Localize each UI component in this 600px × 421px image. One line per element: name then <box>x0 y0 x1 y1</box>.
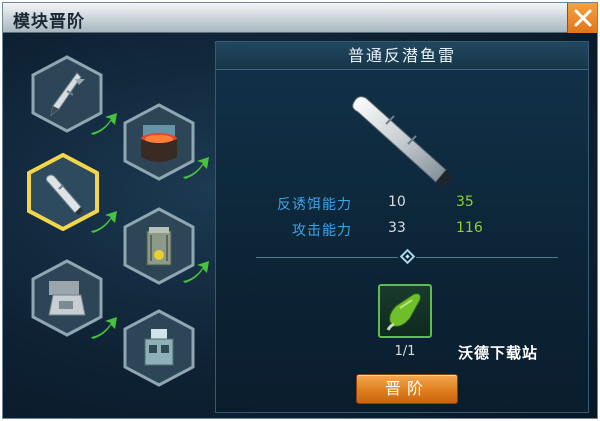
title-bar: 模块晋阶 <box>3 3 597 33</box>
stat-current: 33 <box>388 220 406 236</box>
stat-row-decoy: 反诱饵能力 10 35 <box>216 192 588 214</box>
upgrade-arrow-icon <box>91 317 117 339</box>
window-title: 模块晋阶 <box>13 12 85 32</box>
radar-tower-icon <box>144 329 174 366</box>
material-count: 1/1 <box>394 344 416 359</box>
module-name: 普通反潜鱼雷 <box>347 46 456 65</box>
detail-panel: 普通反潜鱼雷 反诱饵能力 10 35 攻击能力 33 116 1/1 沃德下载站… <box>215 41 589 413</box>
stat-label: 攻击能力 <box>292 223 352 239</box>
green-shell-icon <box>386 293 421 331</box>
torpedo-icon <box>45 174 83 215</box>
divider <box>256 257 398 258</box>
close-button[interactable] <box>567 3 597 33</box>
stat-current: 10 <box>388 194 406 210</box>
upgrade-arrow-icon <box>91 211 117 233</box>
naval-turret-icon <box>48 281 86 316</box>
module-radar[interactable] <box>123 309 195 387</box>
stat-next: 35 <box>456 194 474 210</box>
advance-button[interactable]: 晋阶 <box>356 374 458 404</box>
diamond-icon <box>399 248 416 265</box>
upgrade-arrow-icon <box>91 113 117 135</box>
launcher-tube-icon <box>146 227 172 266</box>
torpedo-icon <box>352 96 452 188</box>
missile-icon <box>50 72 85 117</box>
watermark-text: 沃德下载站 <box>458 344 539 362</box>
reactor-core-icon <box>141 125 177 162</box>
close-x-icon <box>574 9 592 27</box>
stat-row-attack: 攻击能力 33 116 <box>216 218 588 240</box>
upgrade-window: 模块晋阶 普通反潜鱼雷 反诱饵能力 10 35 攻击能力 33 116 1/1 … <box>2 2 598 419</box>
divider <box>416 257 558 258</box>
stat-label: 反诱饵能力 <box>277 197 352 213</box>
stat-next: 116 <box>456 220 483 236</box>
material-slot[interactable] <box>378 284 432 338</box>
upgrade-arrow-icon <box>183 157 209 179</box>
upgrade-arrow-icon <box>183 261 209 283</box>
panel-header: 普通反潜鱼雷 <box>216 42 588 70</box>
